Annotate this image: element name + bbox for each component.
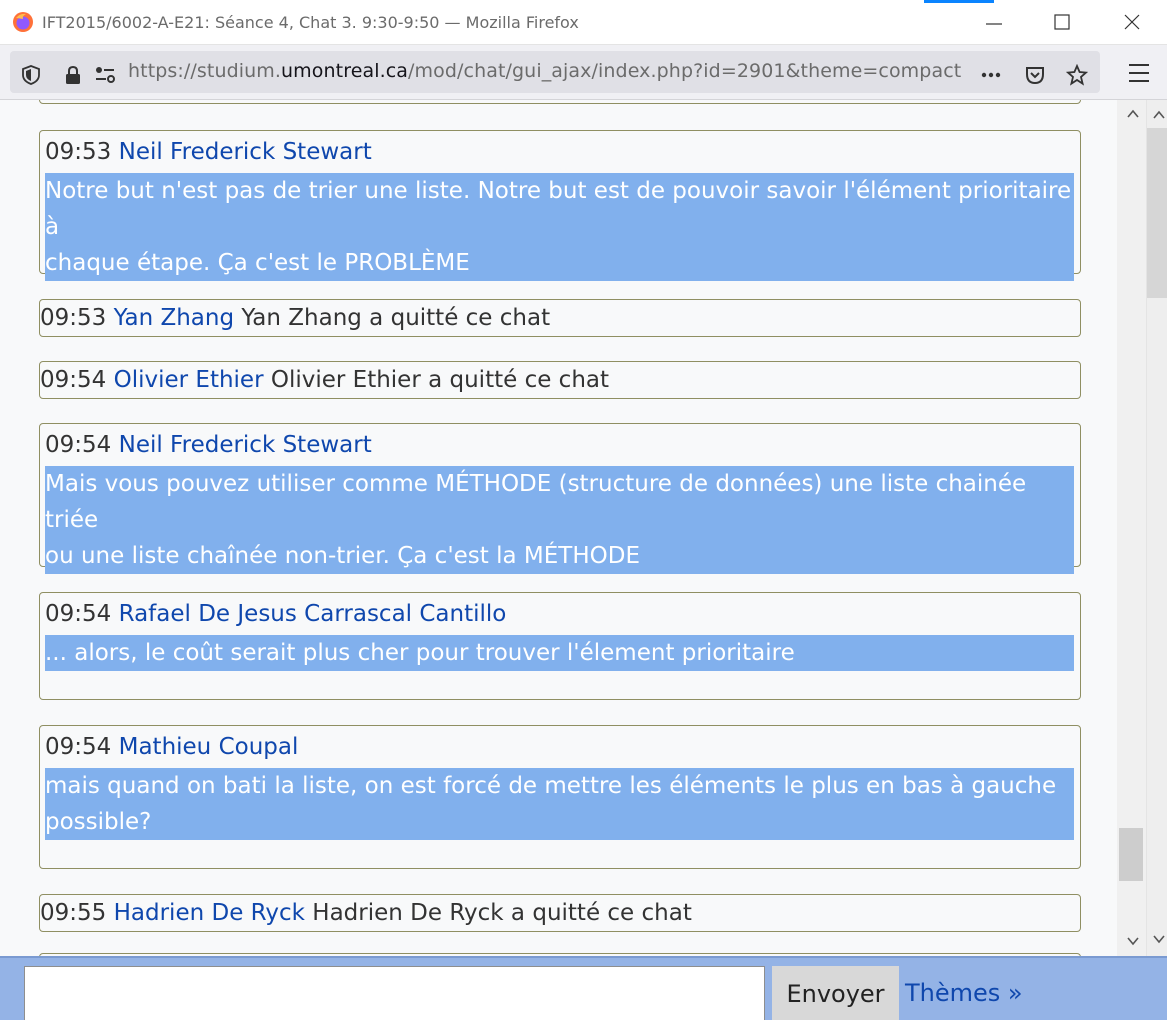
window-title: IFT2015/6002-A-E21: Séance 4, Chat 3. 9:… <box>42 13 579 32</box>
browser-toolbar: https://studium.umontreal.ca/mod/chat/gu… <box>0 45 1167 100</box>
chat-system-message: 09:53 Yan Zhang Yan Zhang a quitté ce ch… <box>39 299 1081 337</box>
lock-icon[interactable] <box>62 64 84 86</box>
message-text: Notre but n'est pas de trier une liste. … <box>45 173 1074 281</box>
message-user-link[interactable]: Olivier Ethier <box>114 367 264 393</box>
chat-message: 09:53 Neil Frederick Stewart Notre but n… <box>39 130 1081 281</box>
chat-system-message: 09:54 Olivier Ethier Olivier Ethier a qu… <box>39 361 1081 399</box>
system-text: Olivier Ethier a quitté ce chat <box>270 367 610 393</box>
message-user-link[interactable]: Mathieu Coupal <box>119 734 299 760</box>
chat-input-bar: Envoyer Thèmes » <box>0 956 1167 1020</box>
message-text: mais quand on bati la liste, on est forc… <box>45 768 1074 840</box>
message-line: Notre but n'est pas de trier une liste. … <box>45 178 1072 240</box>
outer-scrollbar-thumb[interactable] <box>1147 128 1167 298</box>
message-header: 09:54 Mathieu Coupal <box>45 734 298 760</box>
message-line: ou une liste chaînée non-trier. Ça c'est… <box>45 543 640 569</box>
url-domain: umontreal.ca <box>281 60 409 82</box>
system-line: 09:55 Hadrien De Ryck Hadrien De Ryck a … <box>40 900 692 926</box>
message-time: 09:54 <box>45 734 112 760</box>
permissions-icon[interactable] <box>94 64 116 86</box>
message-header: 09:54 Rafael De Jesus Carrascal Cantillo <box>45 601 506 627</box>
scrollbar-thumb[interactable] <box>1119 828 1143 881</box>
minimize-icon[interactable] <box>980 8 1008 36</box>
shield-icon[interactable] <box>20 64 42 86</box>
themes-link[interactable]: Thèmes » <box>905 979 1023 1007</box>
chat-message-partial <box>39 100 1081 104</box>
message-line: chaque étape. Ça c'est le PROBLÈME <box>45 250 470 276</box>
message-time: 09:54 <box>45 432 112 458</box>
system-line: 09:54 Olivier Ethier Olivier Ethier a qu… <box>40 367 609 393</box>
message-time: 09:54 <box>45 601 112 627</box>
message-time: 09:53 <box>40 305 107 331</box>
message-line: ... alors, le coût serait plus cher pour… <box>45 640 795 666</box>
message-time: 09:54 <box>40 367 107 393</box>
message-line: possible? <box>45 809 152 835</box>
bookmark-star-icon[interactable] <box>1066 64 1088 86</box>
firefox-logo-icon <box>13 12 33 32</box>
send-button[interactable]: Envoyer <box>772 966 899 1020</box>
message-line: Mais vous pouvez utiliser comme MÉTHODE … <box>45 471 1027 533</box>
url-prefix: https://studium. <box>128 60 282 82</box>
outer-scroll-down-arrow-icon[interactable] <box>1152 932 1166 946</box>
url-text[interactable]: https://studium.umontreal.ca/mod/chat/gu… <box>128 60 961 82</box>
system-line: 09:53 Yan Zhang Yan Zhang a quitté ce ch… <box>40 305 550 331</box>
url-bar[interactable]: https://studium.umontreal.ca/mod/chat/gu… <box>10 51 1100 93</box>
chat-message: 09:54 Neil Frederick Stewart Mais vous p… <box>39 423 1081 574</box>
message-time: 09:55 <box>40 900 107 926</box>
message-line: mais quand on bati la liste, on est forc… <box>45 773 1057 799</box>
message-time: 09:53 <box>45 139 112 165</box>
outer-scroll-up-arrow-icon[interactable] <box>1152 108 1166 122</box>
scroll-up-arrow-icon[interactable] <box>1126 107 1140 121</box>
window-titlebar: IFT2015/6002-A-E21: Séance 4, Chat 3. 9:… <box>0 0 1167 45</box>
message-header: 09:53 Neil Frederick Stewart <box>45 139 372 165</box>
system-text: Yan Zhang a quitté ce chat <box>241 305 551 331</box>
message-user-link[interactable]: Hadrien De Ryck <box>114 900 305 926</box>
system-text: Hadrien De Ryck a quitté ce chat <box>312 900 692 926</box>
chat-message: 09:54 Mathieu Coupal mais quand on bati … <box>39 725 1081 869</box>
message-text: Mais vous pouvez utiliser comme MÉTHODE … <box>45 466 1074 574</box>
message-user-link[interactable]: Rafael De Jesus Carrascal Cantillo <box>119 601 507 627</box>
tab-accent-line <box>924 0 994 3</box>
scroll-down-arrow-icon[interactable] <box>1126 934 1140 948</box>
maximize-icon[interactable] <box>1048 8 1076 36</box>
close-icon[interactable] <box>1118 8 1146 36</box>
message-input[interactable] <box>24 966 765 1020</box>
message-header: 09:54 Neil Frederick Stewart <box>45 432 372 458</box>
message-user-link[interactable]: Neil Frederick Stewart <box>119 432 372 458</box>
message-text: ... alors, le coût serait plus cher pour… <box>45 635 1074 671</box>
chat-message: 09:54 Rafael De Jesus Carrascal Cantillo… <box>39 592 1081 700</box>
message-user-link[interactable]: Neil Frederick Stewart <box>119 139 372 165</box>
chat-messages-area: 09:53 Neil Frederick Stewart Notre but n… <box>0 100 1117 956</box>
hamburger-menu-icon[interactable] <box>1126 61 1152 85</box>
more-actions-icon[interactable] <box>980 64 1002 86</box>
pocket-icon[interactable] <box>1024 64 1046 86</box>
url-path: /mod/chat/gui_ajax/index.php?id=2901&the… <box>408 60 962 82</box>
message-user-link[interactable]: Yan Zhang <box>114 305 234 331</box>
chat-system-message: 09:55 Hadrien De Ryck Hadrien De Ryck a … <box>39 894 1081 932</box>
